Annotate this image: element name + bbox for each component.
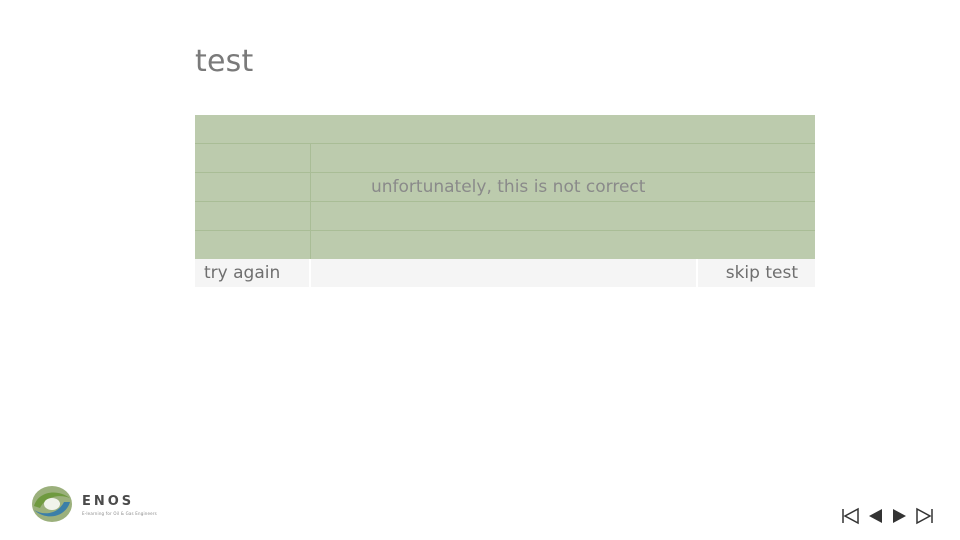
table-divider <box>195 201 815 202</box>
logo-wordmark: ENOS <box>82 494 135 509</box>
table-divider <box>195 143 815 144</box>
slide-navigation <box>840 506 940 526</box>
skip-test-button[interactable]: skip test <box>698 259 815 287</box>
enos-logo: ENOS E-learning for Oil & Gas Engineers <box>30 484 157 526</box>
table-divider <box>195 172 815 173</box>
action-row-spacer <box>311 259 696 287</box>
table-column-divider <box>310 143 311 259</box>
logo-tagline: E-learning for Oil & Gas Engineers <box>82 511 157 516</box>
try-again-label[interactable]: try again <box>204 263 280 283</box>
feedback-background: unfortunately, this is not correct <box>195 115 815 259</box>
skip-test-label[interactable]: skip test <box>726 263 798 283</box>
next-slide-icon[interactable] <box>890 506 910 526</box>
feedback-message: unfortunately, this is not correct <box>371 177 646 197</box>
first-slide-icon[interactable] <box>840 506 860 526</box>
table-divider <box>195 230 815 231</box>
last-slide-icon[interactable] <box>915 506 935 526</box>
previous-slide-icon[interactable] <box>865 506 885 526</box>
try-again-button[interactable]: try again <box>195 259 309 287</box>
quiz-feedback-panel: unfortunately, this is not correct try a… <box>195 115 815 287</box>
quiz-action-row: try again skip test <box>195 259 815 287</box>
page-title: test <box>195 44 254 79</box>
enos-logo-icon <box>32 486 72 522</box>
